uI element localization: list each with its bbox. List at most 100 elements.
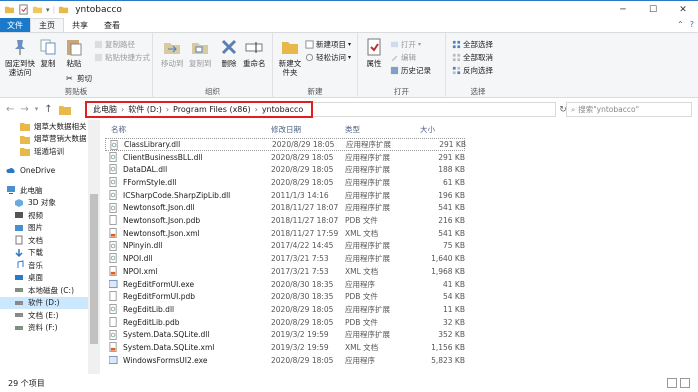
sidebar-item[interactable]: 文档 (0, 234, 88, 247)
copy-path-button[interactable]: 复制路径 (94, 39, 135, 50)
chevron-right-icon[interactable]: › (166, 105, 169, 114)
back-arrow-icon[interactable]: ← (6, 104, 14, 115)
file-dll-icon (109, 202, 117, 213)
move-to-button[interactable]: 移动到 (161, 37, 184, 68)
file-type: 应用程序扩展 (346, 139, 391, 149)
edit-button[interactable]: 编辑 (390, 52, 416, 63)
properties-icon[interactable] (18, 4, 29, 15)
address-bar[interactable]: 此电脑 › 软件 (D:) › Program Files (x86) › yn… (85, 101, 313, 118)
scrollbar-thumb[interactable] (90, 194, 98, 344)
file-date: 2020/8/29 18:05 (271, 317, 334, 327)
sidebar-item[interactable]: OneDrive (0, 165, 88, 178)
sidebar-item[interactable]: 软件 (D:) (0, 296, 88, 309)
column-header-name[interactable]: 名称 (111, 122, 126, 136)
scissors-icon: ✂ (66, 74, 73, 83)
chevron-down-icon[interactable]: ▾ (35, 105, 39, 113)
sidebar-item[interactable]: 文档 (E:) (0, 309, 88, 322)
pin-quick-access-button[interactable]: 固定到快速访问 (4, 37, 36, 77)
details-view-icon[interactable] (667, 378, 677, 388)
chevron-right-icon[interactable]: › (121, 105, 124, 114)
file-row[interactable]: Newtonsoft.Json.pdb 2018/11/27 18:07 PDB 文… (105, 214, 485, 227)
paste-shortcut-button[interactable]: 粘贴快捷方式 (94, 52, 150, 63)
file-row[interactable]: NPinyin.dll 2017/4/22 14:45 应用程序扩展 75 KB (105, 240, 485, 253)
paste-shortcut-icon (94, 53, 103, 62)
easy-access-button[interactable]: 轻松访问 ▾ (305, 52, 351, 63)
file-row[interactable]: RegEditLib.pdb 2020/8/29 18:05 PDB 文件 32 KB (105, 316, 485, 329)
sidebar-item[interactable]: 音乐 (0, 259, 88, 272)
file-row[interactable]: NPOI.dll 2017/3/21 7:53 应用程序扩展 1,640 KB (105, 252, 485, 265)
rename-button[interactable]: 重命名 (243, 37, 266, 68)
select-none-icon (452, 53, 461, 62)
tab-home[interactable]: 主页 (30, 18, 64, 32)
file-row[interactable]: System.Data.SQLite.xml 2019/3/2 19:59 XML … (105, 341, 485, 354)
sidebar-item[interactable]: 瑶遁培训 (0, 145, 88, 158)
column-header-date[interactable]: 修改日期 (271, 122, 301, 136)
file-row[interactable]: System.Data.SQLite.dll 2019/3/2 19:59 应用程序… (105, 329, 485, 342)
minimize-button[interactable]: ─ (608, 1, 638, 18)
file-row[interactable]: RegEditLib.dll 2020/8/29 18:05 应用程序扩展 11 KB (105, 303, 485, 316)
sidebar-item[interactable]: 此电脑 (0, 184, 88, 197)
column-header-type[interactable]: 类型 (345, 122, 360, 136)
history-button[interactable]: 历史记录 (390, 65, 431, 76)
file-row[interactable]: DataDAL.dll 2020/8/29 18:05 应用程序扩展 188 KB (105, 163, 485, 176)
sidebar-item[interactable]: 视频 (0, 209, 88, 222)
navigation-scrollbar[interactable] (88, 120, 100, 374)
new-folder-button[interactable]: 新建文件夹 (277, 37, 303, 77)
select-all-button[interactable]: 全部选择 (452, 39, 493, 50)
copy-to-button[interactable]: 复制到 (189, 37, 212, 68)
sidebar-item[interactable]: 下载 (0, 247, 88, 260)
forward-arrow-icon[interactable]: → (20, 104, 28, 115)
sidebar-item[interactable]: 本地磁盘 (C:) (0, 284, 88, 297)
address-bar-empty-area[interactable] (313, 102, 556, 117)
new-item-button[interactable]: 新建项目 ▾ (305, 39, 351, 50)
chevron-right-icon[interactable]: › (255, 105, 258, 114)
tab-file[interactable]: 文件 (0, 18, 30, 32)
breadcrumb-item[interactable]: Program Files (x86) (173, 105, 251, 114)
delete-button[interactable]: 删除 (219, 37, 239, 68)
file-row[interactable]: ClassLibrary.dll 2020/8/29 18:05 应用程序扩展 291… (105, 138, 466, 151)
breadcrumb-item[interactable]: yntobacco (262, 105, 304, 114)
select-none-button[interactable]: 全部取消 (452, 52, 493, 63)
sidebar-item[interactable]: 桌面 (0, 272, 88, 285)
up-arrow-icon[interactable]: ↑ (44, 104, 52, 115)
maximize-button[interactable]: ☐ (638, 1, 668, 18)
sidebar-item[interactable]: 资料 (F:) (0, 322, 88, 335)
tab-view[interactable]: 查看 (96, 18, 128, 32)
cut-button[interactable]: ✂ 剪切 (66, 73, 92, 84)
file-row[interactable]: Newtonsoft.Json.dll 2018/11/27 18:07 应用程序扩… (105, 202, 485, 215)
large-icons-view-icon[interactable] (680, 378, 690, 388)
file-row[interactable]: Newtonsoft.Json.xml 2018/11/27 17:59 XML 文… (105, 227, 485, 240)
drive-icon (15, 300, 23, 305)
file-row[interactable]: ClientBusinessBLL.dll 2020/8/29 18:05 应用程序… (105, 151, 485, 164)
copy-button[interactable]: 复制 (38, 37, 58, 68)
file-type: PDB 文件 (345, 317, 378, 327)
tab-share[interactable]: 共享 (64, 18, 96, 32)
file-row[interactable]: NPOI.xml 2017/3/21 7:53 XML 文档 1,968 KB (105, 265, 485, 278)
breadcrumb-item[interactable]: 软件 (D:) (128, 104, 162, 115)
column-header-size[interactable]: 大小 (420, 122, 435, 136)
file-row[interactable]: RegEditFormUI.pdb 2020/8/30 18:35 PDB 文件 54… (105, 290, 485, 303)
sidebar-item[interactable]: 烟草营销大数据 (0, 133, 88, 146)
help-icon[interactable]: ? (690, 20, 694, 29)
open-button[interactable]: 打开 ▾ (390, 39, 421, 50)
paste-button[interactable]: 粘贴 (64, 37, 84, 68)
file-row[interactable]: ICSharpCode.SharpZipLib.dll 2011/1/3 14:1… (105, 189, 485, 202)
sidebar-item[interactable]: 烟草大数据相关 (0, 120, 88, 133)
sidebar-item[interactable]: 3D 对象 (0, 197, 88, 210)
sidebar-item[interactable]: 图片 (0, 222, 88, 235)
invert-selection-button[interactable]: 反向选择 (452, 65, 493, 76)
file-name: System.Data.SQLite.dll (123, 330, 210, 340)
chevron-up-icon[interactable]: ⌃ (677, 20, 684, 29)
breadcrumb-item[interactable]: 此电脑 (93, 104, 117, 115)
properties-button[interactable]: 属性 (364, 37, 384, 68)
file-row[interactable]: RegEditFormUI.exe 2020/8/30 18:35 应用程序 41 K… (105, 278, 485, 291)
new-folder-icon[interactable] (32, 4, 43, 15)
close-button[interactable]: ✕ (668, 1, 698, 18)
chevron-down-icon[interactable]: ▾ (46, 6, 50, 14)
file-row[interactable]: WindowsFormsUI2.exe 2020/8/29 18:05 应用程序 5,… (105, 354, 485, 367)
file-date: 2019/3/2 19:59 (271, 343, 329, 353)
file-type: PDB 文件 (345, 292, 378, 302)
file-type: 应用程序扩展 (345, 241, 390, 251)
search-box[interactable]: ⌕ 搜索"yntobacco" (566, 102, 692, 117)
file-row[interactable]: FFormStyle.dll 2020/8/29 18:05 应用程序扩展 61 KB (105, 176, 485, 189)
